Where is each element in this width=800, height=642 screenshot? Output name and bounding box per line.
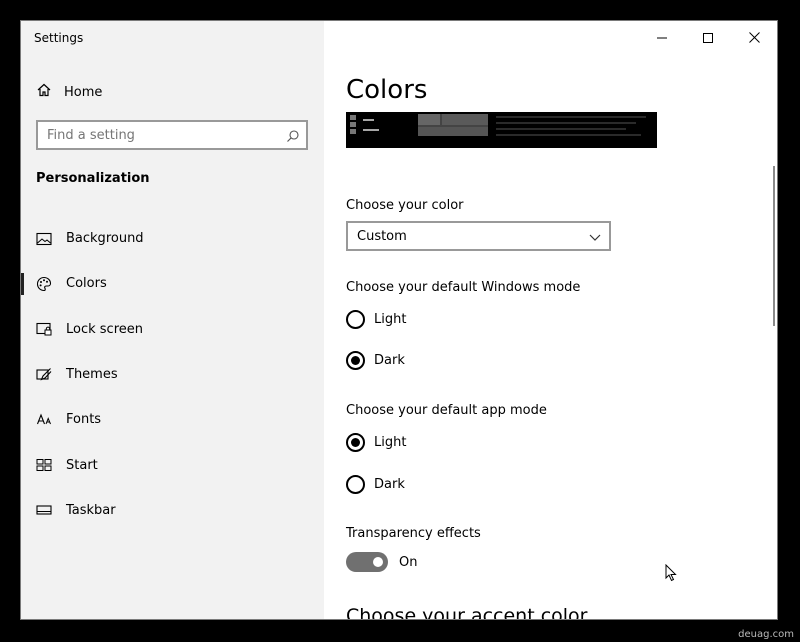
maximize-button[interactable] <box>685 21 731 53</box>
chevron-down-icon <box>589 231 601 246</box>
maximize-icon <box>703 28 713 47</box>
radio-selected-dot <box>351 355 360 365</box>
radio-label: Light <box>374 434 407 450</box>
radio-circle <box>346 474 365 494</box>
main-content: Colors Choose your color Custom Choose y… <box>324 21 777 619</box>
app-mode-label: Choose your default app mode <box>346 403 547 418</box>
mouse-pointer-icon <box>665 563 677 586</box>
radio-label: Dark <box>374 476 405 492</box>
home-label: Home <box>64 84 103 100</box>
theme-preview-graphic <box>350 114 646 136</box>
palette-icon <box>36 276 52 292</box>
radio-label: Dark <box>374 352 405 368</box>
transparency-label: Transparency effects <box>346 526 481 541</box>
search-box[interactable] <box>36 120 308 150</box>
theme-preview <box>346 112 657 148</box>
page-title: Colors <box>346 75 428 105</box>
radio-circle <box>346 309 365 329</box>
sidebar-item-label: Lock screen <box>66 321 143 337</box>
sidebar-item-colors[interactable]: Colors <box>21 261 324 306</box>
home-icon <box>36 82 52 102</box>
radio-circle <box>346 432 365 452</box>
sidebar-item-fonts[interactable]: Fonts <box>21 397 324 442</box>
sidebar: Settings Home Personalization Background <box>21 21 324 619</box>
sidebar-item-taskbar[interactable]: Taskbar <box>21 488 324 533</box>
scrollbar-thumb[interactable] <box>773 166 775 326</box>
toggle-knob <box>373 557 383 567</box>
minimize-icon <box>657 28 667 47</box>
app-mode-light-radio[interactable]: Light <box>346 432 406 452</box>
picture-icon <box>36 231 52 247</box>
sidebar-nav: Background Colors Lock screen Themes Fon… <box>21 216 324 533</box>
window-title: Settings <box>34 31 84 45</box>
font-icon <box>36 412 52 428</box>
home-nav-item[interactable]: Home <box>36 81 102 103</box>
sidebar-item-label: Taskbar <box>66 502 116 518</box>
accent-color-heading: Choose your accent color <box>346 605 588 620</box>
section-title: Personalization <box>36 171 150 186</box>
window-controls <box>639 21 777 53</box>
close-button[interactable] <box>731 21 777 53</box>
choose-color-value: Custom <box>357 228 407 244</box>
radio-circle <box>346 350 365 370</box>
sidebar-item-lock-screen[interactable]: Lock screen <box>21 307 324 352</box>
choose-color-dropdown[interactable]: Custom <box>346 221 611 251</box>
transparency-toggle-row: On <box>346 552 417 572</box>
search-input[interactable] <box>47 127 277 143</box>
sidebar-item-background[interactable]: Background <box>21 216 324 261</box>
sidebar-item-themes[interactable]: Themes <box>21 352 324 397</box>
radio-selected-dot <box>351 437 360 447</box>
windows-mode-dark-radio[interactable]: Dark <box>346 350 405 370</box>
watermark: deuag.com <box>738 629 794 640</box>
windows-mode-label: Choose your default Windows mode <box>346 280 581 295</box>
sidebar-item-label: Themes <box>66 367 118 383</box>
sidebar-item-label: Colors <box>66 276 107 292</box>
app-mode-dark-radio[interactable]: Dark <box>346 474 405 494</box>
radio-label: Light <box>374 311 407 327</box>
taskbar-icon <box>36 502 52 518</box>
choose-color-label: Choose your color <box>346 198 464 213</box>
sidebar-item-label: Background <box>66 231 144 247</box>
sidebar-item-start[interactable]: Start <box>21 442 324 487</box>
minimize-button[interactable] <box>639 21 685 53</box>
toggle-state-label: On <box>399 554 418 570</box>
close-icon <box>748 28 760 47</box>
sidebar-item-label: Fonts <box>66 412 102 428</box>
start-icon <box>36 457 52 473</box>
windows-mode-light-radio[interactable]: Light <box>346 309 406 329</box>
transparency-toggle[interactable] <box>346 552 388 572</box>
sidebar-item-label: Start <box>66 457 98 473</box>
lock-screen-icon <box>36 321 52 337</box>
brush-icon <box>36 367 52 383</box>
search-icon[interactable] <box>286 128 300 142</box>
settings-window: Settings Home Personalization Background <box>20 20 778 620</box>
